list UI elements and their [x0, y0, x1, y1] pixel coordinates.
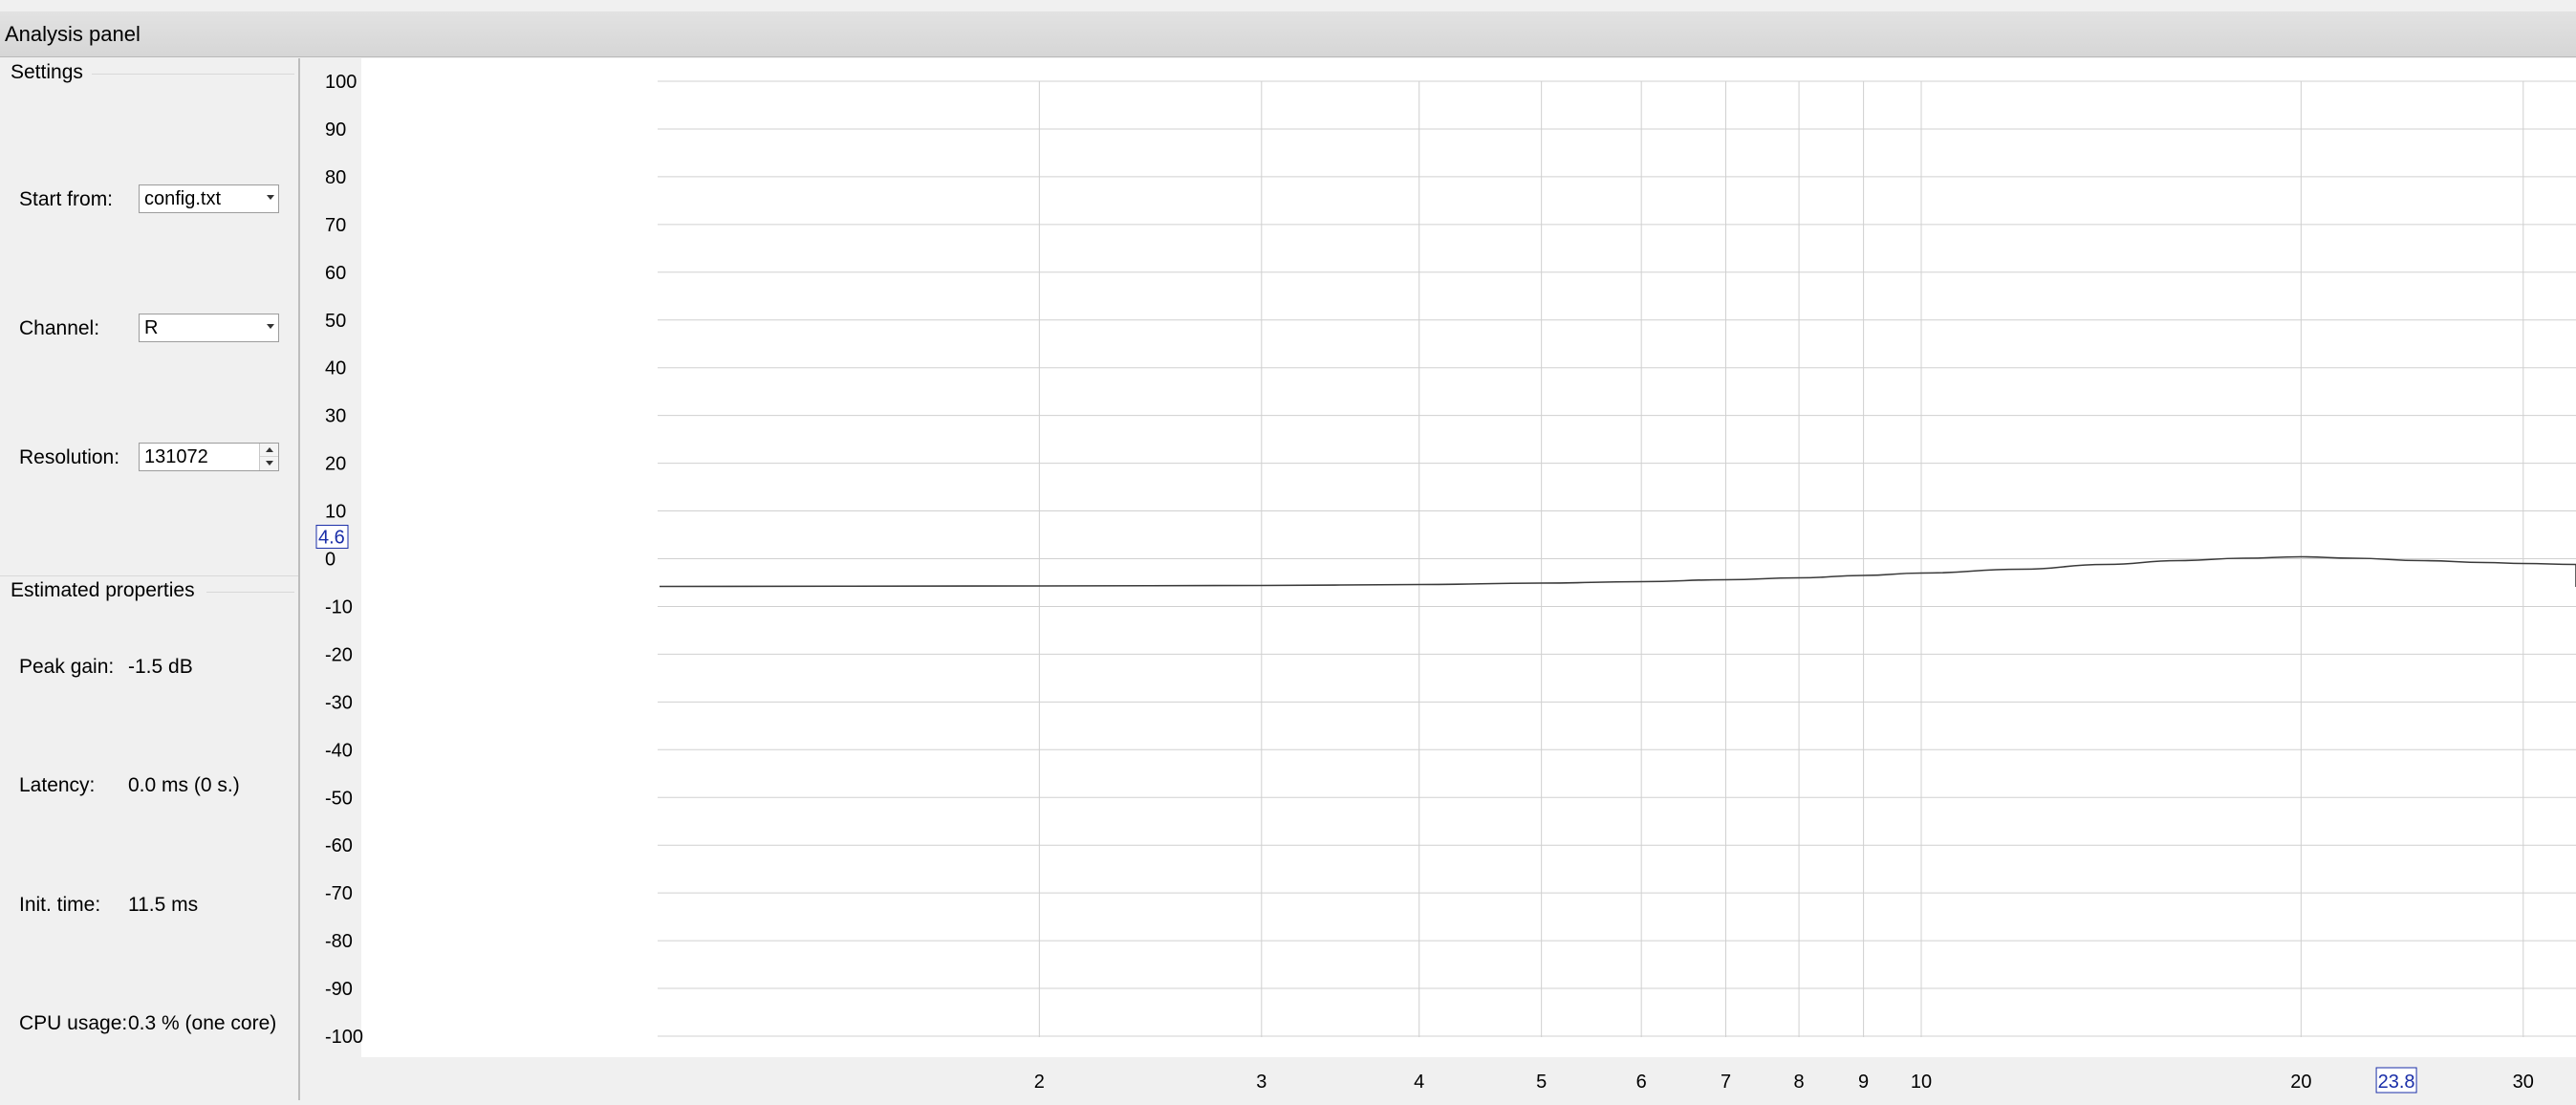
cpu-usage-label: CPU usage: [19, 1012, 128, 1034]
y-tick-label: -30 [325, 692, 353, 713]
chevron-down-icon [267, 324, 274, 329]
start-from-dropdown[interactable]: config.txt [139, 184, 279, 213]
x-tick-label: 30 [2513, 1072, 2534, 1093]
y-tick-label: -20 [325, 644, 353, 665]
sidebar: Settings Start from: config.txt Channel:… [0, 58, 300, 1100]
init-time-label: Init. time: [19, 894, 101, 916]
y-tick-label: -50 [325, 788, 353, 809]
y-tick-label: 80 [325, 167, 346, 188]
resolution-value: 131072 [144, 446, 208, 467]
y-tick-label: -100 [325, 1027, 363, 1048]
panel-titlebar: Analysis panel [0, 11, 2576, 57]
init-time-value: 11.5 ms [128, 894, 199, 916]
y-tick-label: 10 [325, 502, 346, 523]
y-tick-label: 100 [325, 72, 357, 93]
frequency-response-plot[interactable]: 100 90 80 70 60 50 40 30 20 10 0 -10 -20 -30 -40 -50 -60… [300, 58, 2576, 1100]
spin-buttons [259, 444, 278, 470]
latency-label: Latency: [19, 774, 96, 796]
x-tick-label: 20 [2290, 1072, 2311, 1093]
start-from-label: Start from: [19, 188, 114, 210]
channel-label: Channel: [19, 317, 100, 339]
y-tick-label: -60 [325, 835, 353, 856]
x-tick-label: 2 [1034, 1072, 1045, 1093]
cpu-usage-value: 0.3 % (one core) [128, 1012, 277, 1034]
peak-gain-value: -1.5 dB [128, 656, 193, 678]
y-tick-label: 60 [325, 263, 346, 284]
x-tick-label: 8 [1794, 1072, 1805, 1093]
resolution-spinbox[interactable]: 131072 [139, 443, 279, 471]
estimated-group-line [206, 592, 294, 593]
frequency-response-chart[interactable]: 1009080706050403020100-10-20-30-40-50-60… [300, 58, 2576, 1100]
resolution-label: Resolution: [19, 446, 120, 468]
spin-down-button[interactable] [260, 457, 278, 470]
y-tick-label: 50 [325, 311, 346, 332]
x-tick-label: 7 [1721, 1072, 1731, 1093]
spin-up-button[interactable] [260, 444, 278, 457]
y-tick-label: -80 [325, 931, 353, 952]
peak-gain-label: Peak gain: [19, 656, 115, 678]
x-tick-label: 4 [1414, 1072, 1424, 1093]
section-divider [0, 575, 298, 576]
cursor-y-readout: 4.6 [318, 528, 345, 549]
y-tick-label: -40 [325, 740, 353, 761]
y-tick-label: -70 [325, 883, 353, 904]
y-tick-label: 40 [325, 358, 346, 379]
y-tick-label: 70 [325, 215, 346, 236]
channel-value: R [144, 317, 159, 338]
channel-dropdown[interactable]: R [139, 314, 279, 342]
y-tick-label: 20 [325, 454, 346, 475]
panel-title: Analysis panel [5, 22, 141, 46]
chevron-down-icon [267, 195, 274, 200]
x-tick-label: 3 [1256, 1072, 1266, 1093]
settings-group-title: Settings [11, 61, 83, 83]
y-tick-label: 30 [325, 406, 346, 427]
y-tick-label: -90 [325, 979, 353, 1000]
start-from-value: config.txt [144, 188, 222, 209]
x-tick-label: 10 [1911, 1072, 1932, 1093]
x-tick-label: 5 [1536, 1072, 1547, 1093]
cursor-x-readout: 23.8 [2378, 1072, 2415, 1093]
x-tick-label: 9 [1858, 1072, 1869, 1093]
settings-group-line [92, 74, 294, 75]
y-tick-label: 90 [325, 119, 346, 141]
x-tick-label: 6 [1636, 1072, 1647, 1093]
y-tick-label: 0 [325, 550, 336, 571]
latency-value: 0.0 ms (0 s.) [128, 774, 240, 796]
estimated-group-title: Estimated properties [11, 579, 195, 601]
y-tick-label: -10 [325, 596, 353, 618]
